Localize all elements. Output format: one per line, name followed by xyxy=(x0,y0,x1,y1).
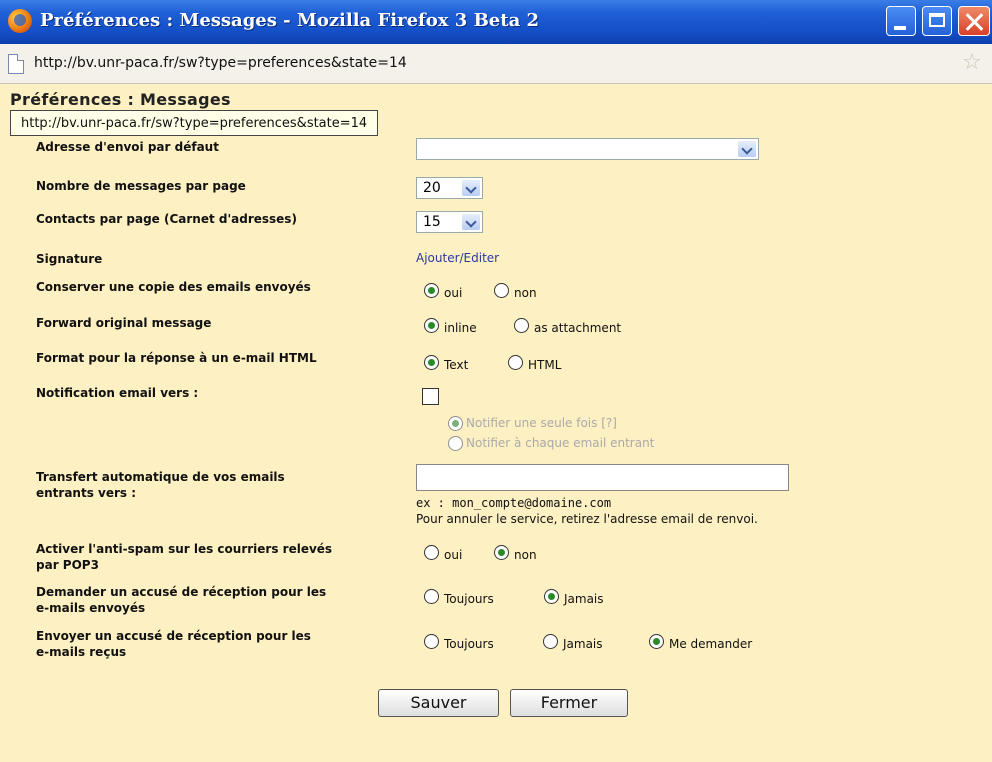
signature-edit-link[interactable]: Ajouter/Editer xyxy=(416,251,499,265)
save-button[interactable]: Sauver xyxy=(378,689,499,717)
keep-copy-oui-radio[interactable] xyxy=(424,283,439,298)
forward-inline-radio[interactable] xyxy=(424,318,439,333)
contacts-per-page-label: Contacts par page (Carnet d'adresses) xyxy=(36,212,297,226)
notify-each-label: Notifier à chaque email entrant xyxy=(466,436,655,450)
messages-per-page-value: 20 xyxy=(423,180,441,196)
close-button[interactable]: Fermer xyxy=(510,689,628,717)
notify-once-radio[interactable] xyxy=(448,416,463,431)
url-tooltip: http://bv.unr-paca.fr/sw?type=preference… xyxy=(10,110,379,136)
chevron-down-icon xyxy=(462,180,480,196)
request-receipt-toujours-radio[interactable] xyxy=(424,589,439,604)
request-receipt-label-line2: e-mails envoyés xyxy=(36,601,146,615)
transfer-cancel-hint: Pour annuler le service, retirez l'adres… xyxy=(416,512,758,526)
notify-each-radio[interactable] xyxy=(448,436,463,451)
send-receipt-jamais-radio[interactable] xyxy=(543,634,558,649)
request-receipt-jamais-radio[interactable] xyxy=(544,589,559,604)
chevron-down-icon xyxy=(462,214,480,230)
send-receipt-toujours-radio[interactable] xyxy=(424,634,439,649)
window-titlebar: Préférences : Messages - Mozilla Firefox… xyxy=(0,0,992,44)
chevron-down-icon xyxy=(738,141,756,157)
reply-html-label: HTML xyxy=(528,358,562,372)
request-receipt-label: Demander un accusé de réception pour les… xyxy=(36,584,326,616)
keep-copy-oui-label: oui xyxy=(444,286,463,300)
send-receipt-me-demander-label: Me demander xyxy=(669,637,753,651)
send-receipt-label: Envoyer un accusé de réception pour les … xyxy=(36,628,311,660)
default-address-label: Adresse d'envoi par défaut xyxy=(36,140,219,154)
reply-format-label: Format pour la réponse à un e-mail HTML xyxy=(36,351,317,365)
antispam-label: Activer l'anti-spam sur les courriers re… xyxy=(36,541,332,573)
signature-label: Signature xyxy=(36,252,103,266)
default-address-select[interactable] xyxy=(416,138,759,160)
close-window-button[interactable] xyxy=(958,6,990,36)
forward-inline-label: inline xyxy=(444,321,477,335)
antispam-non-label: non xyxy=(514,548,537,562)
antispam-label-line1: Activer l'anti-spam sur les courriers re… xyxy=(36,542,333,556)
url-text[interactable]: http://bv.unr-paca.fr/sw?type=preference… xyxy=(34,55,407,71)
messages-per-page-label: Nombre de messages par page xyxy=(36,179,246,193)
reply-text-label: Text xyxy=(444,358,469,372)
forward-attachment-radio[interactable] xyxy=(514,318,529,333)
send-receipt-toujours-label: Toujours xyxy=(444,637,494,651)
send-receipt-me-demander-radio[interactable] xyxy=(649,634,664,649)
bookmark-star-icon[interactable]: ☆ xyxy=(962,50,982,75)
request-receipt-toujours-label: Toujours xyxy=(444,592,494,606)
request-receipt-jamais-label: Jamais xyxy=(564,592,604,606)
transfer-label-line1: Transfert automatique de vos emails xyxy=(36,470,285,484)
messages-per-page-select[interactable]: 20 xyxy=(416,177,483,199)
antispam-oui-label: oui xyxy=(444,548,463,562)
antispam-label-line2: par POP3 xyxy=(36,558,99,572)
keep-copy-non-radio[interactable] xyxy=(494,283,509,298)
request-receipt-label-line1: Demander un accusé de réception pour les xyxy=(36,585,327,599)
page-icon xyxy=(8,54,24,74)
antispam-oui-radio[interactable] xyxy=(424,545,439,560)
minimize-button[interactable] xyxy=(886,6,916,36)
antispam-non-radio[interactable] xyxy=(494,545,509,560)
transfer-label: Transfert automatique de vos emails entr… xyxy=(36,469,285,501)
contacts-per-page-value: 15 xyxy=(423,214,441,230)
contacts-per-page-select[interactable]: 15 xyxy=(416,211,483,233)
reply-text-radio[interactable] xyxy=(424,355,439,370)
transfer-example-hint: ex : mon_compte@domaine.com xyxy=(416,496,612,510)
maximize-button[interactable] xyxy=(922,6,952,36)
firefox-icon xyxy=(8,9,32,33)
notification-checkbox[interactable] xyxy=(422,388,439,405)
reply-html-radio[interactable] xyxy=(508,355,523,370)
url-bar: http://bv.unr-paca.fr/sw?type=preference… xyxy=(0,44,992,84)
window-title: Préférences : Messages - Mozilla Firefox… xyxy=(40,10,540,31)
notification-label: Notification email vers : xyxy=(36,386,199,400)
page-title: Préférences : Messages xyxy=(10,90,231,109)
transfer-label-line2: entrants vers : xyxy=(36,486,137,500)
transfer-email-input[interactable] xyxy=(416,464,789,491)
notify-once-label: Notifier une seule fois [?] xyxy=(466,416,617,430)
forward-original-label: Forward original message xyxy=(36,316,212,330)
send-receipt-label-line1: Envoyer un accusé de réception pour les xyxy=(36,629,311,643)
forward-attachment-label: as attachment xyxy=(534,321,622,335)
keep-copy-non-label: non xyxy=(514,286,537,300)
keep-copy-label: Conserver une copie des emails envoyés xyxy=(36,280,311,294)
send-receipt-jamais-label: Jamais xyxy=(563,637,603,651)
send-receipt-label-line2: e-mails reçus xyxy=(36,645,127,659)
